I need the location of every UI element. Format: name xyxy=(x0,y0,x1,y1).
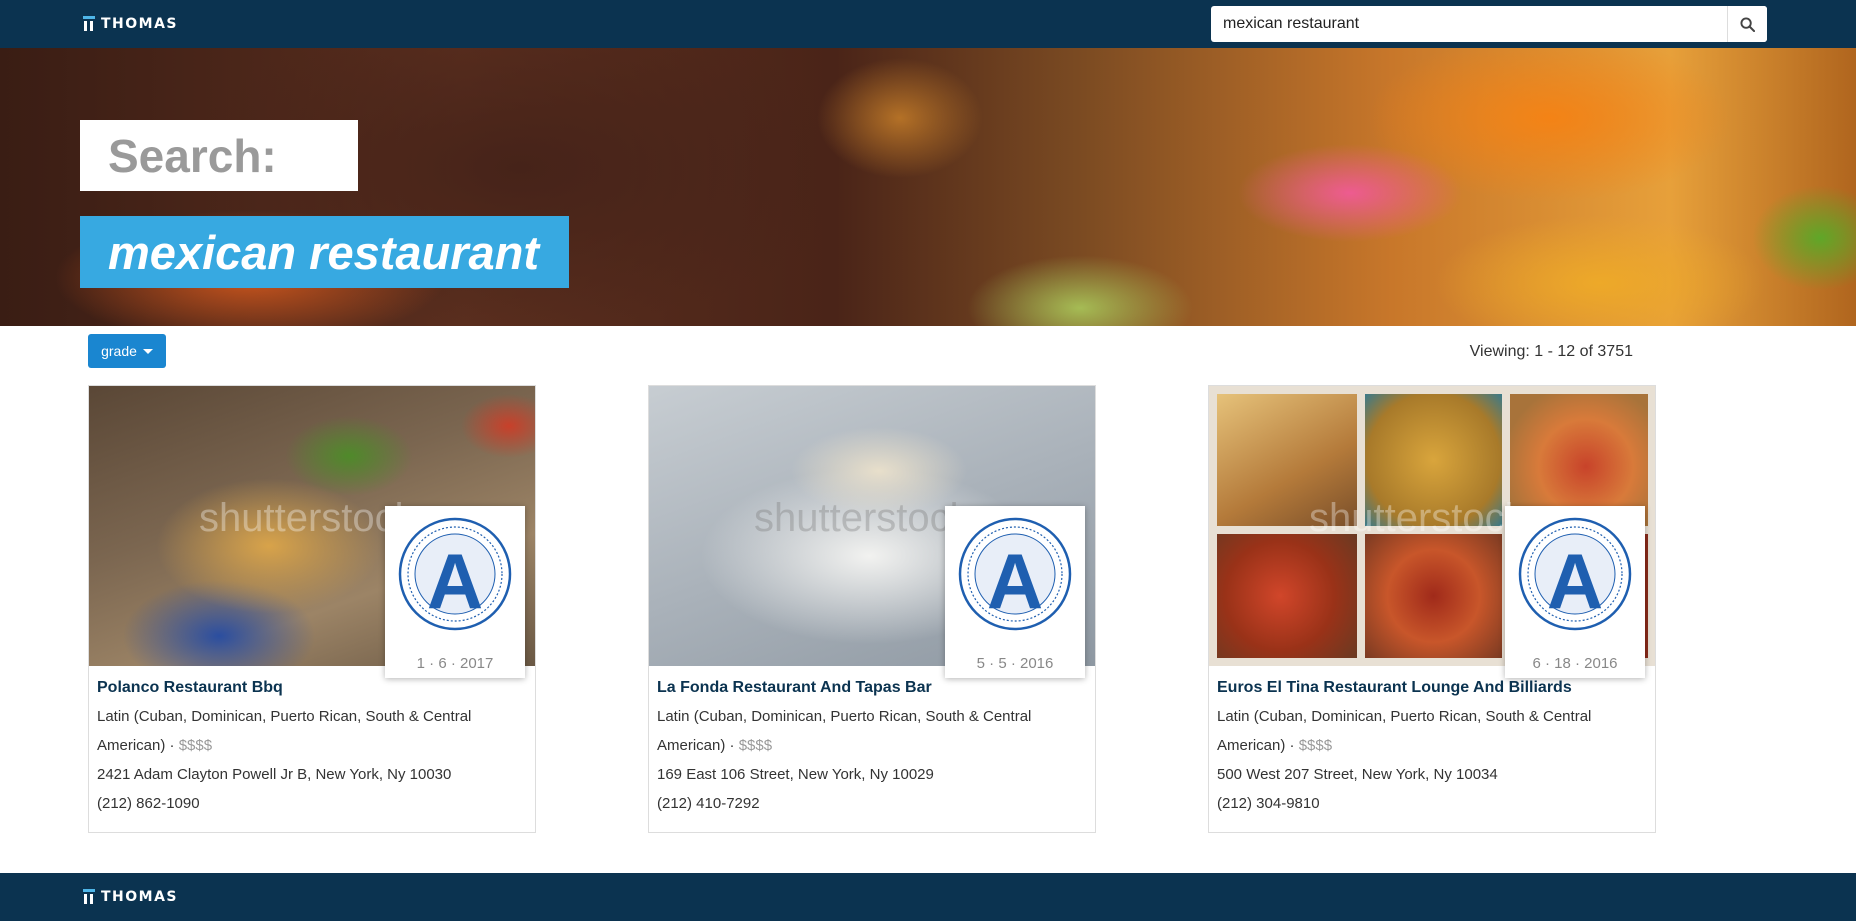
phone: (212) 410-7292 xyxy=(657,795,760,812)
svg-text:A: A xyxy=(1547,537,1603,625)
watermark: shutterstock xyxy=(754,496,970,540)
phone: (212) 862-1090 xyxy=(97,795,200,812)
footer: THOMAS xyxy=(0,873,1856,921)
inspection-date: 1 · 6 · 2017 xyxy=(416,655,494,672)
brand-name: THOMAS xyxy=(101,16,179,32)
watermark: shutterstock xyxy=(199,496,415,540)
card-body: La Fonda Restaurant And Tapas Bar Latin … xyxy=(657,678,1087,818)
grade-a-seal-icon: A xyxy=(398,517,512,631)
results-count: Viewing: 1 - 12 of 3751 xyxy=(1469,343,1633,360)
restaurant-name[interactable]: Euros El Tina Restaurant Lounge And Bill… xyxy=(1217,678,1647,698)
footer-logo[interactable]: THOMAS xyxy=(83,887,178,907)
grade-badge: A 6 · 18 · 2016 xyxy=(1505,506,1645,678)
cuisine: Latin (Cuban, Dominican, Puerto Rican, S… xyxy=(97,708,472,754)
cuisine: Latin (Cuban, Dominican, Puerto Rican, S… xyxy=(657,708,1032,754)
search-icon xyxy=(1740,16,1755,32)
grade-sort-dropdown[interactable]: grade xyxy=(88,334,166,368)
svg-text:A: A xyxy=(987,537,1043,625)
grade-badge: A 5 · 5 · 2016 xyxy=(945,506,1085,678)
restaurant-card[interactable]: shutterstock A 5 · 5 · 2016 La Fonda Res… xyxy=(648,385,1096,833)
grade-a-seal-icon: A xyxy=(1518,517,1632,631)
food-tile xyxy=(1217,534,1357,658)
top-navbar: THOMAS xyxy=(0,0,1856,48)
price-level: $$$$ xyxy=(1298,737,1333,754)
grade-a-seal-icon: A xyxy=(958,517,1072,631)
restaurant-name[interactable]: Polanco Restaurant Bbq xyxy=(97,678,527,698)
search-bar xyxy=(1211,6,1767,42)
inspection-date: 6 · 18 · 2016 xyxy=(1532,655,1618,672)
search-input[interactable] xyxy=(1211,6,1727,42)
hero-search-query: mexican restaurant xyxy=(80,216,570,288)
restaurant-name[interactable]: La Fonda Restaurant And Tapas Bar xyxy=(657,678,1087,698)
brand-logo[interactable]: THOMAS xyxy=(83,14,178,34)
card-body: Euros El Tina Restaurant Lounge And Bill… xyxy=(1217,678,1647,818)
svg-text:A: A xyxy=(427,537,483,625)
sort-label: grade xyxy=(101,343,137,359)
search-button[interactable] xyxy=(1727,6,1767,42)
hero-search-label: Search: xyxy=(80,120,358,191)
price-level: $$$$ xyxy=(178,737,213,754)
restaurant-card[interactable]: shutterstock A 6 · 18 · 2016 Euros El Ti… xyxy=(1208,385,1656,833)
hero-banner: Search: mexican restaurant xyxy=(0,48,1856,326)
food-tile xyxy=(1365,534,1502,658)
logo-icon xyxy=(83,16,95,32)
cuisine: Latin (Cuban, Dominican, Puerto Rican, S… xyxy=(1217,708,1592,754)
footer-brand-name: THOMAS xyxy=(101,889,179,905)
card-body: Polanco Restaurant Bbq Latin (Cuban, Dom… xyxy=(97,678,527,818)
watermark: shutterstock xyxy=(1309,496,1525,540)
address: 169 East 106 Street, New York, Ny 10029 xyxy=(657,766,934,783)
logo-icon xyxy=(83,889,95,905)
caret-down-icon xyxy=(142,348,153,354)
address: 500 West 207 Street, New York, Ny 10034 xyxy=(1217,766,1498,783)
phone: (212) 304-9810 xyxy=(1217,795,1320,812)
restaurant-card[interactable]: shutterstock A 1 · 6 · 2017 Polanco Rest… xyxy=(88,385,536,833)
price-level: $$$$ xyxy=(738,737,773,754)
address: 2421 Adam Clayton Powell Jr B, New York,… xyxy=(97,766,452,783)
inspection-date: 5 · 5 · 2016 xyxy=(976,655,1054,672)
grade-badge: A 1 · 6 · 2017 xyxy=(385,506,525,678)
